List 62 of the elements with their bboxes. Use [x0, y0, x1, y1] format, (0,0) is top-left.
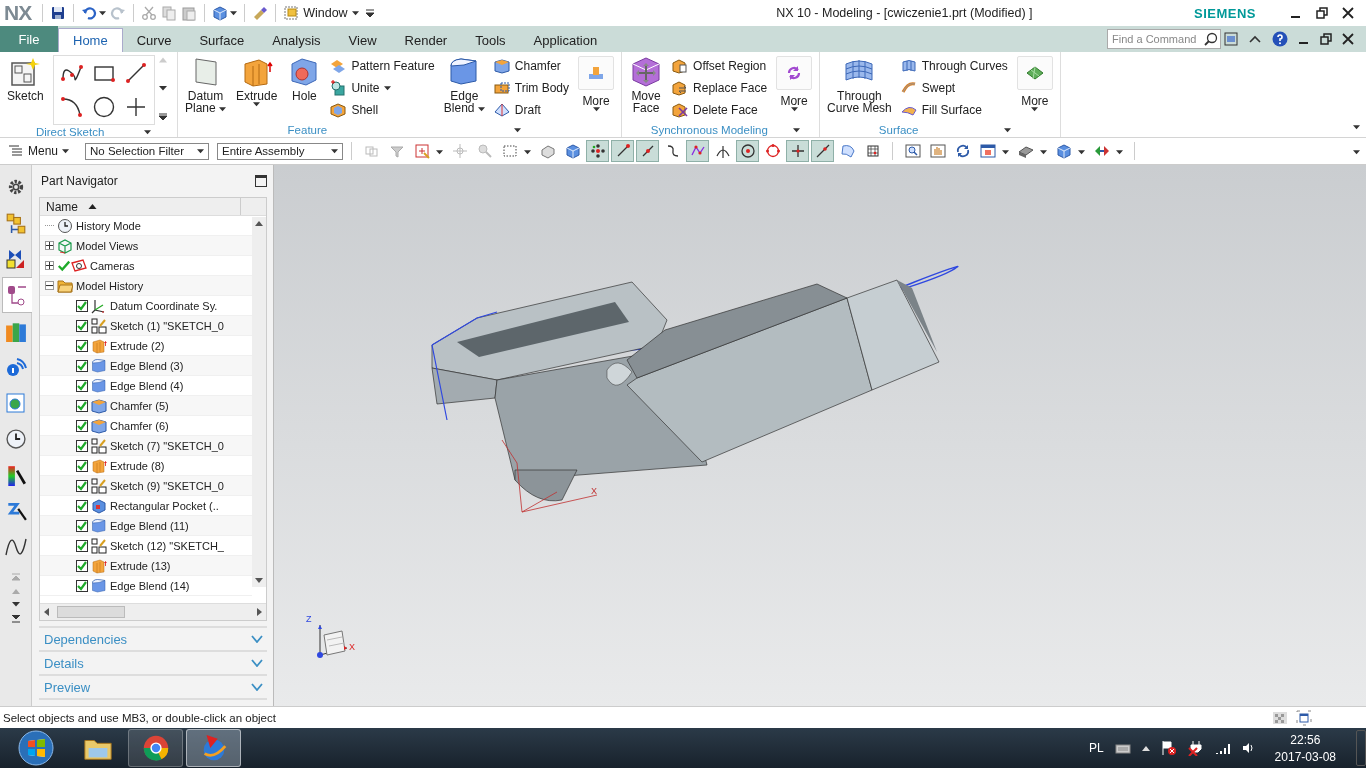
- axis-label: Z: [306, 614, 312, 624]
- tree-item[interactable]: Extrude (2): [110, 339, 165, 352]
- language-indicator[interactable]: PL: [1088, 741, 1104, 755]
- ribbon-tab[interactable]: Surface: [185, 28, 259, 52]
- ribbon-tab[interactable]: View: [334, 28, 391, 52]
- app-logo: NX: [3, 1, 33, 25]
- assembly-scope-dropdown[interactable]: Entire Assembly: [217, 142, 344, 160]
- group-title: Feature: [287, 123, 328, 137]
- file-menu-tab[interactable]: File: [0, 26, 58, 52]
- tree-item[interactable]: Model Views: [76, 239, 139, 252]
- swept-button[interactable]: Swept: [898, 77, 1010, 99]
- tree-item[interactable]: Sketch (12) "SKETCH_: [110, 539, 224, 552]
- window-title: NX 10 - Modeling - [cwiczenie1.prt (Modified) ]: [775, 6, 1034, 20]
- ribbon-tab[interactable]: Render: [390, 28, 462, 52]
- ribbon-tab[interactable]: Curve: [122, 28, 186, 52]
- group-title: Direct Sketch: [35, 125, 105, 137]
- extrude-button[interactable]: Extrude: [233, 55, 281, 110]
- sketch-button[interactable]: Sketch: [4, 55, 47, 103]
- tree-item[interactable]: Edge Blend (14): [110, 579, 190, 592]
- tree-item[interactable]: History Mode: [76, 219, 141, 232]
- tree-item[interactable]: Datum Coordinate Sy.: [110, 299, 218, 312]
- offset-button[interactable]: Offset Region: [670, 55, 770, 77]
- tree-item[interactable]: Rectangular Pocket (..: [110, 499, 219, 512]
- tree-item[interactable]: Chamfer (6): [110, 419, 169, 432]
- shell-button[interactable]: Shell: [328, 99, 437, 121]
- group-title: Synchronous Modeling: [650, 123, 768, 137]
- unite-button[interactable]: Unite: [328, 77, 437, 99]
- group-title: Surface: [878, 123, 919, 137]
- graphics-viewport[interactable]: Z X X: [274, 165, 1366, 706]
- brand-logo: SIEMENS: [1194, 5, 1256, 21]
- moveface-button[interactable]: Move Face: [626, 55, 667, 115]
- hole-button[interactable]: Hole: [284, 55, 325, 103]
- chamfer-button[interactable]: Chamfer: [491, 55, 572, 77]
- ribbon-tab[interactable]: Application: [519, 28, 612, 52]
- fill-button[interactable]: Fill Surface: [898, 99, 1010, 121]
- axis-label: X: [591, 486, 597, 496]
- curves-button[interactable]: Through Curves: [898, 55, 1010, 77]
- tree-item[interactable]: Extrude (8): [110, 459, 165, 472]
- command-search-field[interactable]: Find a Command: [1107, 29, 1221, 49]
- menu-button[interactable]: Menu: [8, 144, 70, 158]
- ribbon-tab[interactable]: Home: [58, 28, 123, 52]
- status-prompt: Select objects and use MB3, or double-click an object: [3, 711, 276, 724]
- trim-button[interactable]: Trim Body: [491, 77, 572, 99]
- panel-title: Part Navigator: [41, 174, 118, 188]
- draft-button[interactable]: Draft: [491, 99, 572, 121]
- window-menu[interactable]: Window: [281, 3, 361, 23]
- pattern-button[interactable]: Pattern Feature: [328, 55, 437, 77]
- replace-button[interactable]: Replace Face: [670, 77, 770, 99]
- tree-item[interactable]: Extrude (13): [110, 559, 171, 572]
- tree-item[interactable]: Edge Blend (4): [110, 379, 184, 392]
- plane-button[interactable]: Datum Plane: [182, 55, 230, 115]
- ribbon-tab[interactable]: Tools: [461, 28, 520, 52]
- delete-button[interactable]: Delete Face: [670, 99, 770, 121]
- ribbon-tab[interactable]: Analysis: [258, 28, 335, 52]
- blend-button[interactable]: Edge Blend: [440, 55, 488, 115]
- clock-date[interactable]: 2017-03-08: [1274, 749, 1336, 764]
- tree-item[interactable]: Cameras: [90, 259, 135, 272]
- selection-filter-dropdown[interactable]: No Selection Filter: [85, 142, 210, 160]
- tree-item[interactable]: Chamfer (5): [110, 399, 169, 412]
- axis-label: X: [349, 642, 355, 652]
- clock-time[interactable]: 22:56: [1290, 732, 1321, 747]
- mesh-button[interactable]: Through Curve Mesh: [824, 55, 895, 115]
